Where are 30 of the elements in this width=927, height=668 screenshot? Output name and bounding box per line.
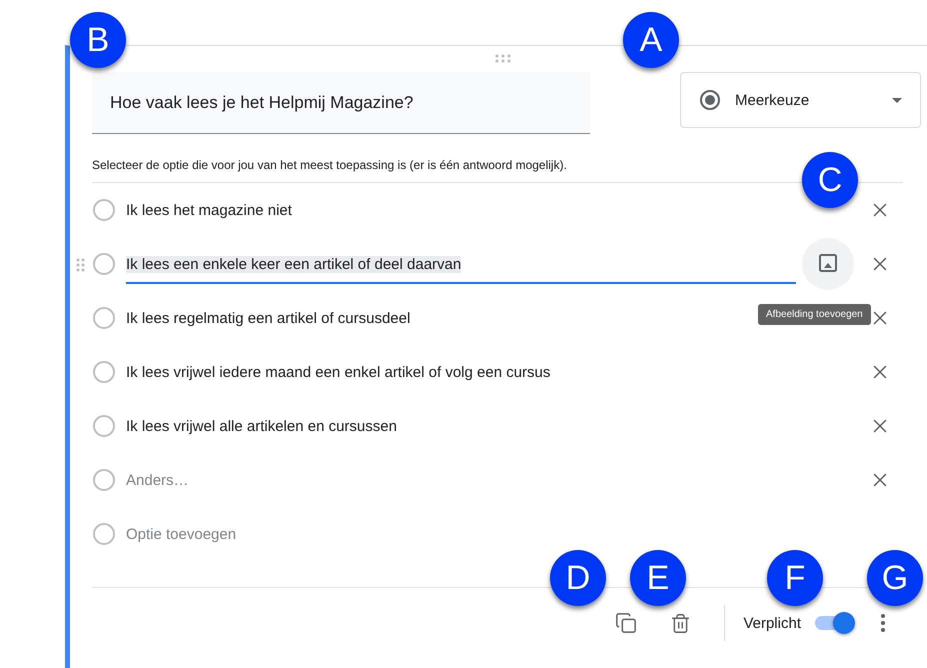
radio-button[interactable] [93, 253, 115, 275]
option-label: Ik lees vrijwel iedere maand een enkel artikel of volg een cursus [126, 364, 550, 380]
radio-button[interactable] [93, 415, 115, 437]
radio-button[interactable] [93, 361, 115, 383]
tooltip: Afbeelding toevoegen [758, 304, 871, 325]
more-icon [881, 614, 885, 632]
callout-marker: A [623, 12, 679, 68]
option-label: Ik lees een enkele keer een artikel of deel daarvan [126, 256, 462, 272]
callout-marker: B [70, 12, 126, 68]
caret-icon [892, 98, 902, 102]
image-add-icon [818, 253, 838, 275]
drag-handle-icon[interactable] [76, 257, 86, 273]
required-label: Verplicht [743, 614, 801, 632]
option-label: Ik lees regelmatig een artikel of cursusdeel [126, 310, 410, 326]
radio-button[interactable] [93, 469, 115, 491]
drag-handle-icon[interactable] [494, 54, 512, 64]
radio-button[interactable] [93, 307, 115, 329]
add-image-button[interactable] [802, 238, 854, 290]
radio-button[interactable] [93, 199, 115, 221]
option-label: Anders… [126, 472, 189, 488]
copy-icon [615, 612, 638, 634]
option-label: Ik lees het magazine niet [126, 202, 292, 218]
add-option-link[interactable]: Optie toevoegen [126, 526, 236, 542]
radio-icon [699, 89, 721, 111]
question-type-dropdown[interactable]: Meerkeuze [680, 72, 921, 128]
trash-icon [670, 612, 691, 634]
dropdown-label: Meerkeuze [735, 92, 810, 108]
option-label: Ik lees vrijwel alle artikelen en cursussen [126, 418, 397, 434]
question-field[interactable]: Hoe vaak lees je het Helpmij Magazine? [92, 72, 590, 134]
radio-button[interactable] [93, 523, 115, 545]
